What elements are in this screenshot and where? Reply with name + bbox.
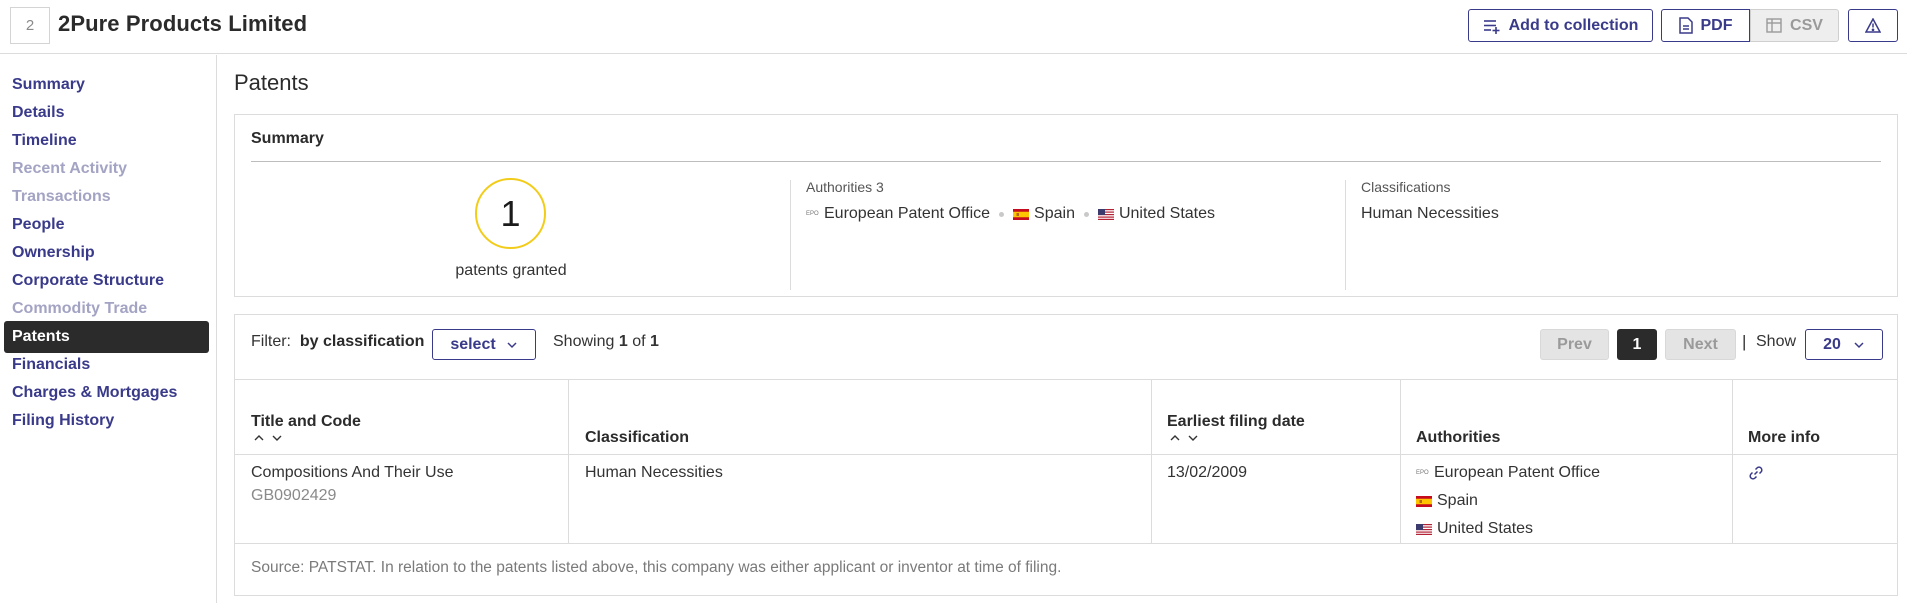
company-logo: 2 (10, 7, 50, 44)
table-header-border (235, 454, 1897, 455)
sort-descending-icon[interactable] (1187, 434, 1199, 442)
playlist-add-icon (1483, 19, 1500, 34)
sort-descending-icon[interactable] (271, 434, 283, 442)
spain-flag-icon (1416, 495, 1432, 507)
sort-ascending-icon[interactable] (253, 434, 265, 442)
epo-logo-icon: EPO (806, 211, 819, 217)
patents-granted-count: 1 (475, 178, 546, 249)
table-bottom-border (235, 543, 1897, 544)
column-header-filing-date[interactable]: Earliest filing date (1167, 413, 1305, 431)
separator-dot (999, 211, 1005, 217)
separator-dot (1083, 211, 1089, 217)
authority-item: EPO European Patent Office (1416, 464, 1601, 481)
classification-select[interactable]: select (432, 329, 536, 360)
prev-page-button[interactable]: Prev (1540, 329, 1609, 360)
classifications-label: Classifications (1361, 179, 1451, 195)
epo-logo-icon: EPO (1416, 470, 1429, 476)
us-flag-icon (1416, 523, 1432, 535)
per-page-select[interactable]: 20 (1805, 329, 1883, 360)
patent-filing-date: 13/02/2009 (1167, 464, 1248, 481)
spain-flag-icon (1013, 208, 1030, 220)
column-header-title-code[interactable]: Title and Code (251, 413, 361, 431)
classifications-value: Human Necessities (1361, 205, 1499, 222)
page-title: Patents (234, 70, 309, 95)
filter-label: Filter: by classification (251, 333, 425, 350)
column-divider (790, 180, 791, 290)
add-to-collection-button[interactable]: Add to collection (1468, 9, 1653, 42)
pagination-separator: | (1742, 332, 1747, 351)
results-count: Showing 1 of 1 (553, 333, 659, 350)
select-label: select (450, 335, 496, 353)
report-issue-button[interactable] (1848, 9, 1898, 42)
summary-divider (251, 161, 1881, 162)
per-page-value: 20 (1823, 335, 1841, 353)
table-icon (1766, 18, 1782, 33)
company-name: 2Pure Products Limited (58, 11, 308, 36)
next-page-button[interactable]: Next (1665, 329, 1736, 360)
column-divider (1151, 379, 1152, 543)
logo-text: 2 (25, 17, 35, 34)
patents-summary-card: Summary 1 patents granted Authorities 3 … (234, 114, 1898, 297)
csv-button[interactable]: CSV (1750, 9, 1839, 42)
chevron-down-icon (1854, 341, 1864, 348)
sidebar-nav: Summary Details Timeline Recent Activity… (0, 55, 217, 603)
authority-name: European Patent Office (824, 205, 991, 222)
authority-item: Spain (1416, 492, 1478, 510)
top-bar: 2 2Pure Products Limited Add to collecti… (0, 0, 1907, 54)
chevron-down-icon (507, 341, 517, 348)
column-divider (568, 379, 569, 543)
column-header-authorities: Authorities (1416, 429, 1501, 446)
sort-controls[interactable] (253, 434, 283, 442)
patents-table-card: Filter: by classification select Showing… (234, 314, 1898, 596)
authorities-list: EPO European Patent Office Spain United … (806, 205, 1215, 223)
csv-label: CSV (1790, 16, 1823, 34)
sort-controls[interactable] (1169, 434, 1199, 442)
column-divider (1345, 180, 1346, 290)
authority-name: United States (1118, 205, 1216, 222)
add-to-collection-label: Add to collection (1508, 16, 1639, 34)
summary-heading: Summary (251, 130, 324, 147)
patents-granted-label: patents granted (455, 262, 567, 279)
filter-by-label: by classification (299, 333, 425, 350)
pdf-button[interactable]: PDF (1661, 9, 1750, 42)
patent-title: Compositions And Their Use (251, 464, 454, 481)
link-icon[interactable] (1748, 465, 1764, 481)
authority-item: United States (1416, 520, 1533, 538)
warning-triangle-icon (1865, 18, 1881, 33)
pdf-label: PDF (1700, 16, 1733, 34)
us-flag-icon (1097, 208, 1114, 220)
document-icon (1678, 17, 1693, 34)
column-header-classification: Classification (585, 429, 690, 446)
authority-name: Spain (1034, 205, 1075, 222)
page-1-button[interactable]: 1 (1617, 329, 1657, 360)
patent-code: GB0902429 (251, 487, 337, 504)
patent-classification: Human Necessities (585, 464, 723, 481)
sort-ascending-icon[interactable] (1169, 434, 1181, 442)
authorities-label: Authorities 3 (806, 179, 884, 195)
source-note: Source: PATSTAT. In relation to the pate… (251, 559, 1062, 576)
show-label: Show (1756, 333, 1797, 350)
column-divider (1732, 379, 1733, 543)
column-header-more-info: More info (1748, 429, 1820, 446)
column-divider (1400, 379, 1401, 543)
sidebar-item-filing-history[interactable]: Filing History (4, 405, 209, 437)
table-top-border (235, 379, 1897, 380)
